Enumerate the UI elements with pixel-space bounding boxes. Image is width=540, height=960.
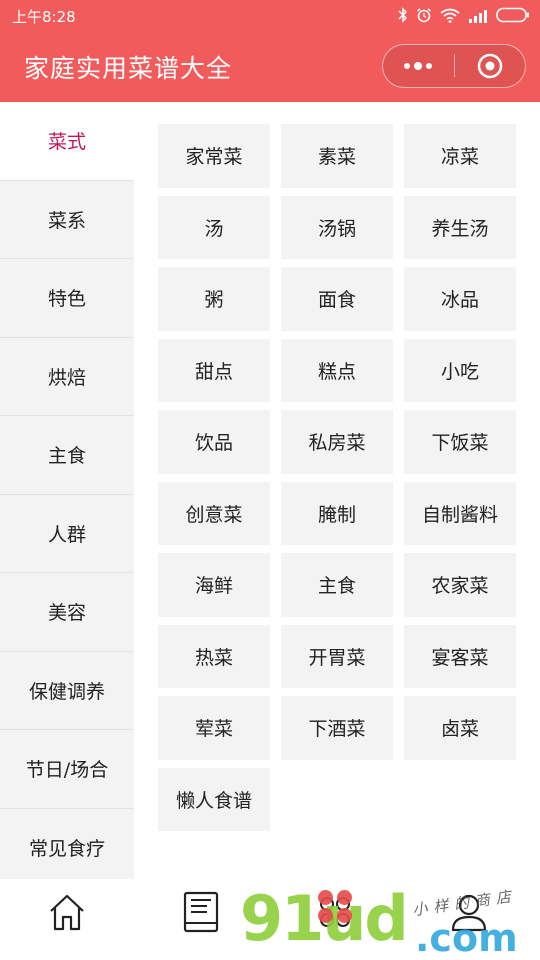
sidebar-item-hongbei[interactable]: 烘焙: [0, 337, 134, 416]
category-tile[interactable]: 私房菜: [281, 410, 393, 474]
page-title: 家庭实用菜谱大全: [24, 54, 233, 83]
tab-notes[interactable]: [166, 884, 236, 940]
tab-home[interactable]: [32, 884, 102, 940]
user-icon: [451, 894, 487, 932]
category-tile[interactable]: 养生汤: [404, 195, 516, 259]
grid-icon: [320, 897, 350, 927]
signal-icon: [468, 8, 488, 27]
battery-icon: [496, 7, 530, 27]
category-tile[interactable]: 汤锅: [281, 195, 393, 259]
category-tile[interactable]: 素菜: [281, 124, 393, 188]
category-tile[interactable]: 卤菜: [404, 696, 516, 760]
tab-discover[interactable]: [300, 884, 370, 940]
category-tile[interactable]: 甜点: [158, 338, 270, 402]
title-bar: 家庭实用菜谱大全: [0, 32, 540, 102]
category-tile[interactable]: 荤菜: [158, 696, 270, 760]
bottom-tab-bar: [0, 879, 540, 960]
category-tile[interactable]: 海鲜: [158, 553, 270, 617]
category-tile[interactable]: 下饭菜: [404, 410, 516, 474]
category-tile[interactable]: 面食: [281, 267, 393, 331]
category-tile[interactable]: 农家菜: [404, 553, 516, 617]
tab-profile[interactable]: [434, 884, 504, 940]
category-tile[interactable]: 小吃: [404, 338, 516, 402]
category-grid: 家常菜 素菜 凉菜 汤 汤锅 养生汤 粥 面食 冰品 甜点 糕点 小吃 饮品 私…: [158, 124, 518, 831]
mini-program-capsule: [382, 44, 526, 88]
category-tile[interactable]: 下酒菜: [281, 696, 393, 760]
category-tile[interactable]: 汤: [158, 195, 270, 259]
category-tile[interactable]: 自制酱料: [404, 481, 516, 545]
category-tile[interactable]: 热菜: [158, 624, 270, 688]
sidebar-item-meirong[interactable]: 美容: [0, 573, 134, 652]
sidebar-item-tese[interactable]: 特色: [0, 259, 134, 338]
category-tile[interactable]: 家常菜: [158, 124, 270, 188]
category-tile[interactable]: 创意菜: [158, 481, 270, 545]
target-close-icon[interactable]: [455, 45, 525, 86]
sidebar-item-jieri[interactable]: 节日/场合: [0, 730, 134, 809]
category-tile[interactable]: 糕点: [281, 338, 393, 402]
status-time: 上午8:28: [12, 8, 76, 26]
category-tile[interactable]: 宴客菜: [404, 624, 516, 688]
category-tile[interactable]: 粥: [158, 267, 270, 331]
home-icon: [50, 894, 84, 931]
sidebar-item-baojian[interactable]: 保健调养: [0, 651, 134, 730]
more-dots-icon[interactable]: [383, 45, 453, 86]
bluetooth-icon: [398, 7, 408, 27]
sidebar-item-zhushi[interactable]: 主食: [0, 416, 134, 495]
category-tile[interactable]: 懒人食谱: [158, 767, 270, 831]
alarm-icon: [416, 7, 432, 27]
category-tile[interactable]: 凉菜: [404, 124, 516, 188]
status-bar: 上午8:28: [0, 0, 540, 32]
category-tile[interactable]: 开胃菜: [281, 624, 393, 688]
note-icon: [183, 891, 219, 933]
category-tile[interactable]: 腌制: [281, 481, 393, 545]
category-tile[interactable]: 冰品: [404, 267, 516, 331]
sidebar-item-renqun[interactable]: 人群: [0, 494, 134, 573]
category-tile[interactable]: 饮品: [158, 410, 270, 474]
sidebar-item-caixi[interactable]: 菜系: [0, 180, 134, 259]
category-sidebar: 菜式 菜系 特色 烘焙 主食 人群 美容 保健调养 节日/场合 常见食疗: [0, 102, 134, 879]
sidebar-item-caishi[interactable]: 菜式: [0, 102, 134, 181]
category-tile[interactable]: 主食: [281, 553, 393, 617]
sidebar-item-shiliao[interactable]: 常见食疗: [0, 808, 134, 879]
status-icons: [398, 7, 530, 27]
wifi-icon: [440, 8, 460, 27]
